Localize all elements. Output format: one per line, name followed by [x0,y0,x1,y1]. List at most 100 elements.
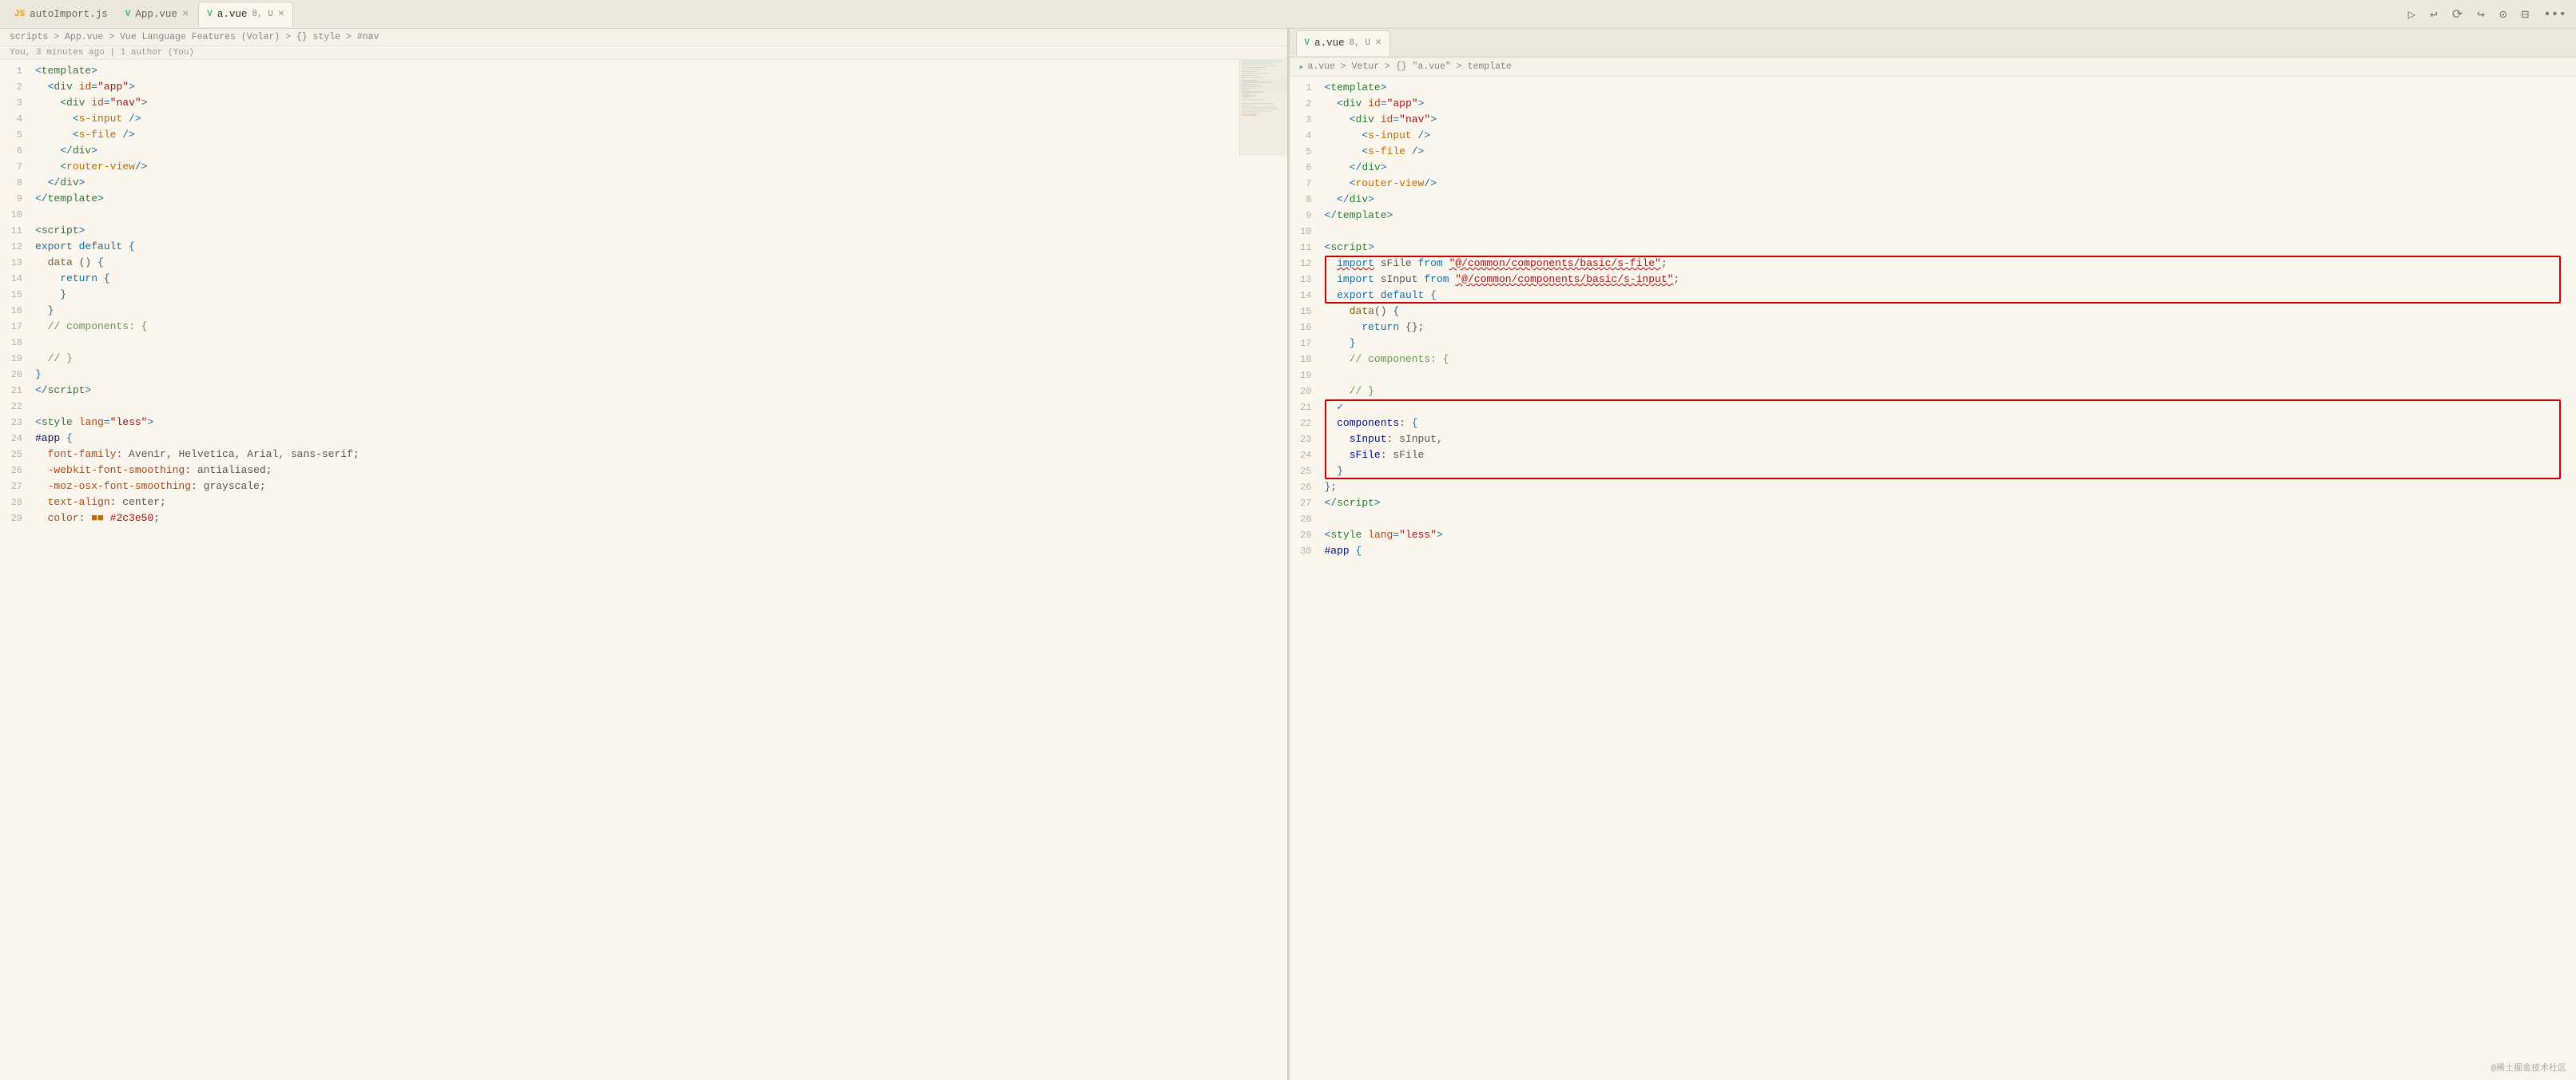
close-tab-avue-right[interactable]: × [1375,38,1381,49]
line-content: } [1322,336,2576,351]
table-row: 22 components: { [1290,415,2576,431]
line-content: </script> [32,383,1287,399]
line-number: 6 [1290,160,1322,176]
tab-label-avue-left: a.vue [217,9,248,20]
line-number: 23 [0,415,32,431]
table-row: 10 [0,207,1287,223]
run-icon[interactable]: ▷ [2405,5,2419,24]
line-number: 8 [0,175,32,191]
line-number: 17 [0,319,32,335]
line-content: } [32,303,1287,319]
tab-appvue[interactable]: V App.vue × [117,2,197,27]
line-content: <style lang="less"> [32,415,1287,431]
line-content: }; [1322,479,2576,495]
line-number: 20 [1290,383,1322,399]
line-content: <div id="app"> [32,79,1287,95]
line-content: <template> [32,63,1287,79]
table-row: 23 sInput: sInput, [1290,431,2576,447]
line-content: </div> [32,175,1287,191]
line-content: #app { [32,431,1287,447]
table-row: 14 return { [0,271,1287,287]
tab-avue-right[interactable]: V a.vue 8, U × [1296,30,1391,56]
line-content: <s-file /> [32,127,1287,143]
table-row: 13 import sInput from "@/common/componen… [1290,272,2576,288]
vue-icon-right: V [1305,38,1310,48]
table-row: 10 [1290,224,2576,240]
line-content: <s-input /> [32,111,1287,127]
table-row: 6 </div> [0,143,1287,159]
table-row: 30#app { [1290,543,2576,559]
line-number: 22 [1290,415,1322,431]
toolbar: ▷ ↩ ⟳ ↪ ⊙ ⊟ ••• [2405,5,2570,24]
split-icon[interactable]: ⊟ [2518,5,2533,24]
table-row: 4 <s-input /> [1290,128,2576,144]
table-row: 3 <div id="nav"> [1290,112,2576,128]
debug-icon[interactable]: ⊙ [2496,5,2510,24]
breadcrumb-text-right: a.vue > Vetur > {} "a.vue" > template [1307,62,1511,72]
vue-icon-app: V [125,10,131,19]
line-content: // components: { [32,319,1287,335]
line-content: </div> [1322,192,2576,208]
line-number: 29 [0,510,32,526]
table-row: 1<template> [0,63,1287,79]
table-row: 28 [1290,511,2576,527]
line-number: 26 [0,463,32,478]
right-code-area[interactable]: 1<template>2 <div id="app">3 <div id="na… [1290,77,2576,1080]
left-code-area[interactable]: 1<template>2 <div id="app">3 <div id="na… [0,60,1287,1080]
more-icon[interactable]: ••• [2540,6,2570,23]
back-icon[interactable]: ↩ [2427,5,2441,24]
left-code-lines: 1<template>2 <div id="app">3 <div id="na… [0,63,1287,526]
close-tab-avue-left[interactable]: × [278,9,284,20]
line-content: return { [32,271,1287,287]
table-row: 16 } [0,303,1287,319]
line-content: components: { [1322,415,2576,431]
line-number: 9 [1290,208,1322,224]
line-content: <s-input /> [1322,128,2576,144]
line-content: export default { [32,239,1287,255]
tab-autoimport[interactable]: JS autoImport.js [6,2,116,27]
line-content: color: ■■ #2c3e50; [32,510,1287,526]
left-breadcrumb: scripts > App.vue > Vue Language Feature… [0,29,1287,46]
table-row: 25 font-family: Avenir, Helvetica, Arial… [0,447,1287,463]
right-tab-bar[interactable]: V a.vue 8, U × [1290,29,2576,58]
table-row: 24 sFile: sFile [1290,447,2576,463]
line-number: 15 [0,287,32,303]
refresh-icon[interactable]: ⟳ [2449,5,2466,24]
line-number: 5 [1290,144,1322,160]
left-tab-bar[interactable]: JS autoImport.js V App.vue × V a.vue 8, … [0,0,2576,29]
line-content: return {}; [1322,320,2576,336]
table-row: 27</script> [1290,495,2576,511]
line-number: 16 [0,303,32,319]
line-content: </template> [1322,208,2576,224]
line-number: 14 [1290,288,1322,304]
right-editor-panel: V a.vue 8, U × ▸ a.vue > Vetur > {} "a.v… [1290,29,2576,1080]
line-content: #app { [1322,543,2576,559]
line-number: 3 [1290,112,1322,128]
line-content: <script> [1322,240,2576,256]
line-content: </script> [1322,495,2576,511]
line-number: 7 [1290,176,1322,192]
line-number: 28 [1290,511,1322,527]
line-number: 16 [1290,320,1322,336]
table-row: 5 <s-file /> [1290,144,2576,160]
table-row: 11<script> [1290,240,2576,256]
line-content: data () { [32,255,1287,271]
forward-icon[interactable]: ↪ [2474,5,2488,24]
line-number: 19 [0,351,32,367]
close-tab-appvue[interactable]: × [182,9,189,20]
line-number: 24 [1290,447,1322,463]
vue-icon-avue: V [207,10,213,19]
table-row: 18 [0,335,1287,351]
table-row: 17 // components: { [0,319,1287,335]
editors-container: scripts > App.vue > Vue Language Feature… [0,29,2576,1080]
line-number: 19 [1290,367,1322,383]
table-row: 12export default { [0,239,1287,255]
minimap-left [1239,60,1287,156]
table-row: 7 <router-view/> [0,159,1287,175]
table-row: 25 } [1290,463,2576,479]
line-content: <template> [1322,80,2576,96]
tab-avue-left[interactable]: V a.vue 8, U × [198,2,293,27]
line-number: 13 [0,255,32,271]
table-row: 21</script> [0,383,1287,399]
table-row: 16 return {}; [1290,320,2576,336]
